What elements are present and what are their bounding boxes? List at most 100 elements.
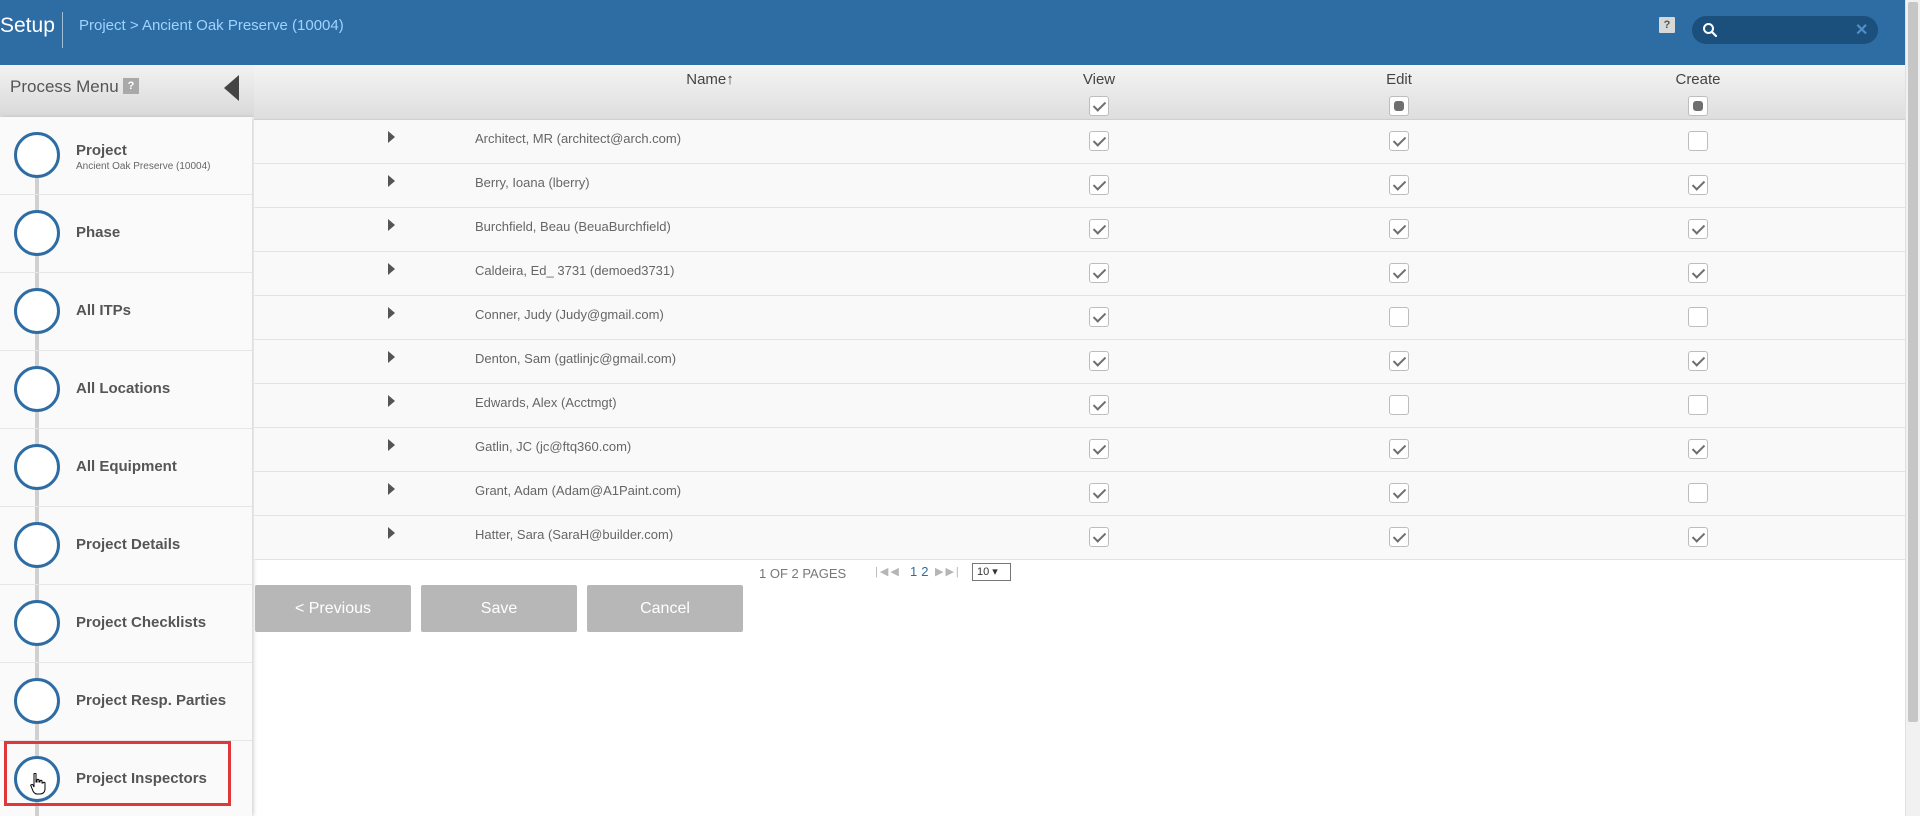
cancel-button[interactable]: Cancel — [587, 585, 743, 632]
create-checkbox[interactable] — [1688, 395, 1708, 415]
column-header-view[interactable]: View — [1083, 71, 1115, 88]
view-checkbox[interactable] — [1089, 307, 1109, 327]
select-all-view-checkbox[interactable] — [1089, 96, 1109, 116]
process-step-project-resp-parties[interactable]: Project Resp. Parties — [0, 663, 252, 741]
view-checkbox[interactable] — [1089, 527, 1109, 547]
create-checkbox[interactable] — [1688, 439, 1708, 459]
help-button[interactable]: ? — [1659, 17, 1675, 33]
column-header-name[interactable]: Name↑ — [686, 71, 734, 88]
select-all-edit-checkbox[interactable] — [1389, 96, 1409, 116]
table-row: Conner, Judy (Judy@gmail.com) — [254, 296, 1905, 340]
next-page-icon[interactable]: ▶ — [935, 566, 945, 578]
create-checkbox[interactable] — [1688, 263, 1708, 283]
expand-row-icon[interactable] — [388, 307, 395, 319]
page-numbers: 12 — [910, 564, 932, 579]
select-all-create-checkbox[interactable] — [1688, 96, 1708, 116]
process-menu-header: Process Menu ? — [0, 65, 254, 117]
search-box[interactable]: ✕ — [1692, 16, 1878, 44]
step-circle-icon — [14, 288, 60, 334]
step-circle-icon — [14, 132, 60, 178]
create-checkbox[interactable] — [1688, 351, 1708, 371]
previous-button[interactable]: < Previous — [255, 585, 411, 632]
expand-row-icon[interactable] — [388, 131, 395, 143]
view-checkbox[interactable] — [1089, 263, 1109, 283]
edit-checkbox[interactable] — [1389, 175, 1409, 195]
edit-checkbox[interactable] — [1389, 395, 1409, 415]
table-row: Architect, MR (architect@arch.com) — [254, 120, 1905, 164]
table-row: Caldeira, Ed_ 3731 (demoed3731) — [254, 252, 1905, 296]
edit-checkbox[interactable] — [1389, 263, 1409, 283]
process-step-label: All Equipment — [76, 458, 177, 475]
create-checkbox[interactable] — [1688, 131, 1708, 151]
process-step-project[interactable]: Project Ancient Oak Preserve (10004) — [0, 117, 252, 195]
process-step-all-locations[interactable]: All Locations — [0, 351, 252, 429]
expand-row-icon[interactable] — [388, 175, 395, 187]
page-link-2[interactable]: 2 — [921, 564, 928, 579]
table-row: Burchfield, Beau (BeuaBurchfield) — [254, 208, 1905, 252]
inspector-name: Architect, MR (architect@arch.com) — [475, 131, 682, 146]
process-step-project-checklists[interactable]: Project Checklists — [0, 585, 252, 663]
process-step-label: Phase — [76, 224, 121, 241]
view-checkbox[interactable] — [1089, 395, 1109, 415]
page-count-label: 1 OF 2 PAGES — [759, 566, 847, 581]
table-row: Hatter, Sara (SaraH@builder.com) — [254, 516, 1905, 560]
expand-row-icon[interactable] — [388, 351, 395, 363]
view-checkbox[interactable] — [1089, 483, 1109, 503]
expand-row-icon[interactable] — [388, 439, 395, 451]
process-step-project-details[interactable]: Project Details — [0, 507, 252, 585]
clear-search-icon[interactable]: ✕ — [1855, 20, 1868, 40]
step-circle-icon — [14, 678, 60, 724]
expand-row-icon[interactable] — [388, 263, 395, 275]
hand-cursor-icon — [30, 773, 46, 795]
column-header-create[interactable]: Create — [1675, 71, 1720, 88]
view-checkbox[interactable] — [1089, 131, 1109, 151]
edit-checkbox[interactable] — [1389, 483, 1409, 503]
view-checkbox[interactable] — [1089, 175, 1109, 195]
process-step-all-itps[interactable]: All ITPs — [0, 273, 252, 351]
create-checkbox[interactable] — [1688, 219, 1708, 239]
process-step-label: Project Checklists — [76, 614, 207, 631]
process-menu-help-button[interactable]: ? — [123, 78, 139, 94]
prev-page-icon[interactable]: ◀ — [890, 566, 900, 578]
create-checkbox[interactable] — [1688, 175, 1708, 195]
inspector-name: Gatlin, JC (jc@ftq360.com) — [475, 439, 632, 454]
expand-row-icon[interactable] — [388, 483, 395, 495]
expand-row-icon[interactable] — [388, 219, 395, 231]
last-page-icon[interactable]: ▶| — [945, 566, 960, 578]
table-row: Berry, Ioana (lberry) — [254, 164, 1905, 208]
edit-checkbox[interactable] — [1389, 527, 1409, 547]
breadcrumb[interactable]: Project > Ancient Oak Preserve (10004) — [79, 17, 344, 34]
edit-checkbox[interactable] — [1389, 439, 1409, 459]
page-link-1[interactable]: 1 — [910, 564, 917, 579]
edit-checkbox[interactable] — [1389, 219, 1409, 239]
create-checkbox[interactable] — [1688, 307, 1708, 327]
edit-checkbox[interactable] — [1389, 351, 1409, 371]
view-checkbox[interactable] — [1089, 439, 1109, 459]
search-input[interactable] — [1722, 20, 1842, 40]
page-scrollbar[interactable] — [1905, 0, 1920, 816]
save-button[interactable]: Save — [421, 585, 577, 632]
view-checkbox[interactable] — [1089, 219, 1109, 239]
edit-checkbox[interactable] — [1389, 131, 1409, 151]
process-step-label: All Locations — [76, 380, 171, 397]
process-step-label: Project Details — [76, 536, 181, 553]
scrollbar-thumb[interactable] — [1908, 2, 1918, 722]
table-row: Denton, Sam (gatlinjc@gmail.com) — [254, 340, 1905, 384]
edit-checkbox[interactable] — [1389, 307, 1409, 327]
process-step-label: All ITPs — [76, 302, 132, 319]
process-step-all-equipment[interactable]: All Equipment — [0, 429, 252, 507]
step-circle-icon — [14, 210, 60, 256]
search-icon — [1703, 23, 1718, 38]
expand-row-icon[interactable] — [388, 395, 395, 407]
process-step-phase[interactable]: Phase — [0, 195, 252, 273]
column-header-edit[interactable]: Edit — [1386, 71, 1412, 88]
expand-row-icon[interactable] — [388, 527, 395, 539]
inspector-name: Edwards, Alex (Acctmgt) — [475, 395, 617, 410]
collapse-arrow-icon[interactable] — [224, 75, 239, 101]
view-checkbox[interactable] — [1089, 351, 1109, 371]
process-step-sublabel: Ancient Oak Preserve (10004) — [76, 161, 211, 172]
page-size-select[interactable]: 10 ▾ — [972, 563, 1011, 581]
create-checkbox[interactable] — [1688, 527, 1708, 547]
create-checkbox[interactable] — [1688, 483, 1708, 503]
first-page-icon[interactable]: |◀ — [875, 566, 890, 578]
